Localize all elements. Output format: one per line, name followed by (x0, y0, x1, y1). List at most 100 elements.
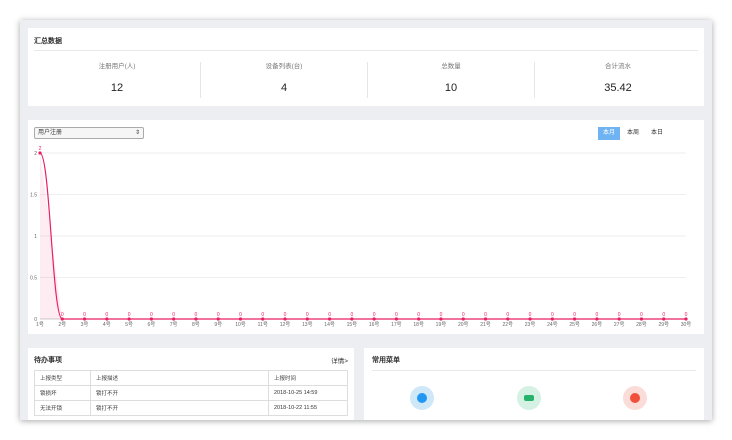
x-tick-label: 13号 (302, 322, 313, 328)
data-label: 0 (61, 312, 64, 318)
data-label: 0 (195, 312, 198, 318)
x-tick-label: 6号 (147, 322, 155, 328)
table-cell: 2018-10-22 11:55 (268, 400, 348, 416)
data-label: 0 (373, 312, 376, 318)
data-label: 0 (128, 312, 131, 318)
x-tick-label: 24号 (547, 322, 558, 328)
x-tick-label: 5号 (125, 322, 133, 328)
x-tick-label: 30号 (681, 322, 692, 328)
x-tick-label: 22号 (503, 322, 514, 328)
chart-type-select[interactable]: 用户注册 ⇕ (34, 127, 144, 139)
y-tick-label: 1 (34, 234, 37, 240)
x-tick-label: 7号 (170, 322, 178, 328)
stat-value: 12 (110, 82, 124, 94)
x-tick-label: 23号 (525, 322, 536, 328)
x-tick-label: 16号 (369, 322, 380, 328)
data-label: 0 (573, 312, 576, 318)
column-header: 上报时间 (268, 370, 348, 386)
x-tick-label: 2号 (58, 322, 66, 328)
x-tick-label: 25号 (569, 322, 580, 328)
data-label: 0 (172, 312, 175, 318)
stat-label: 设备列表(台) (265, 63, 303, 70)
list-glyph (417, 393, 427, 403)
data-label: 0 (261, 312, 264, 318)
x-tick-label: 3号 (81, 322, 89, 328)
todo-title: 待办事项 (34, 357, 62, 364)
table-header-row: 上报类型 上报描述 上报时间 (34, 370, 348, 386)
stat-registered-users[interactable]: 注册用户(人) 12 (34, 60, 200, 100)
x-tick-label: 1号 (36, 322, 44, 328)
car-icon[interactable] (517, 386, 541, 410)
data-label: 0 (83, 312, 86, 318)
data-label: 0 (239, 312, 242, 318)
data-label: 0 (150, 312, 153, 318)
column-header: 上报描述 (90, 370, 269, 386)
registration-line-chart: 00.511.5221号02号03号04号05号06号07号08号09号010号… (30, 146, 692, 328)
summary-title: 汇总数据 (34, 38, 62, 45)
x-tick-label: 20号 (458, 322, 469, 328)
stat-label: 合计流水 (605, 63, 631, 70)
x-tick-label: 18号 (413, 322, 424, 328)
data-label: 0 (618, 312, 621, 318)
stat-device-list[interactable]: 设备列表(台) 4 (201, 60, 367, 100)
list-icon[interactable] (410, 386, 434, 410)
stat-value: 4 (280, 82, 288, 94)
column-header: 上报类型 (34, 370, 91, 386)
data-label: 0 (105, 312, 108, 318)
table-cell: 锁损坏 (34, 385, 91, 401)
stat-value: 10 (444, 82, 458, 94)
x-tick-label: 19号 (436, 322, 447, 328)
x-tick-label: 14号 (324, 322, 335, 328)
x-tick-label: 4号 (103, 322, 111, 328)
x-tick-label: 15号 (347, 322, 358, 328)
x-tick-label: 8号 (192, 322, 200, 328)
range-button-month[interactable]: 本月 (598, 127, 620, 140)
todo-details-link[interactable]: 详情> (331, 355, 348, 365)
menu-title: 常用菜单 (372, 357, 400, 364)
x-tick-label: 21号 (480, 322, 491, 328)
chart-panel: 用户注册 ⇕ 本月 本周 本日 0 0.5 1 1.5 2 2 1号 0 2号 0 3号 0 4号 0 5号… (28, 120, 704, 334)
data-label: 2 (39, 146, 42, 152)
data-label: 0 (417, 312, 420, 318)
data-label: 0 (484, 312, 487, 318)
common-menu-panel: 常用菜单 (364, 348, 704, 420)
x-tick-label: 10号 (235, 322, 246, 328)
todo-table: 上报类型 上报描述 上报时间 锁损坏 锁打不开 2018-10-25 14:59… (34, 370, 348, 416)
table-cell: 锁打不开 (90, 400, 269, 416)
data-label: 0 (596, 312, 599, 318)
dashboard-window: 汇总数据 注册用户(人) 12 设备列表(台) 4 总数量 10 合计流水 35… (20, 20, 712, 420)
table-row[interactable]: 锁损坏 锁打不开 2018-10-25 14:59 (34, 385, 348, 401)
x-tick-label: 29号 (658, 322, 669, 328)
data-label: 0 (328, 312, 331, 318)
car-glyph (524, 395, 534, 401)
range-button-week[interactable]: 本周 (622, 127, 644, 140)
table-cell: 无法开锁 (34, 400, 91, 416)
data-label: 0 (506, 312, 509, 318)
summary-divider (34, 50, 698, 51)
summary-panel: 汇总数据 注册用户(人) 12 设备列表(台) 4 总数量 10 合计流水 35… (28, 28, 704, 106)
table-cell: 锁打不开 (90, 385, 269, 401)
table-cell: 2018-10-25 14:59 (268, 385, 348, 401)
x-tick-label: 27号 (614, 322, 625, 328)
range-button-day[interactable]: 本日 (646, 127, 668, 140)
data-label: 0 (306, 312, 309, 318)
x-tick-label: 9号 (214, 322, 222, 328)
x-tick-label: 26号 (592, 322, 603, 328)
todo-panel: 待办事项 详情> 上报类型 上报描述 上报时间 锁损坏 锁打不开 2018-10… (28, 348, 354, 420)
stat-value: 35.42 (604, 82, 632, 94)
data-label: 0 (284, 312, 287, 318)
table-row[interactable]: 无法开锁 锁打不开 2018-10-22 11:55 (34, 400, 348, 416)
x-tick-label: 11号 (258, 322, 268, 328)
stat-total-count[interactable]: 总数量 10 (368, 60, 534, 100)
select-arrows-icon: ⇕ (134, 130, 140, 136)
data-label: 0 (551, 312, 554, 318)
data-label: 0 (395, 312, 398, 318)
y-tick-label: 2 (34, 151, 37, 157)
data-label: 0 (662, 312, 665, 318)
select-value: 用户注册 (38, 130, 63, 136)
stat-total-flow[interactable]: 合计流水 35.42 (535, 60, 701, 100)
data-label: 0 (640, 312, 643, 318)
y-tick-label: 1.5 (30, 193, 37, 199)
data-label: 0 (462, 312, 465, 318)
money-icon[interactable] (623, 386, 647, 410)
